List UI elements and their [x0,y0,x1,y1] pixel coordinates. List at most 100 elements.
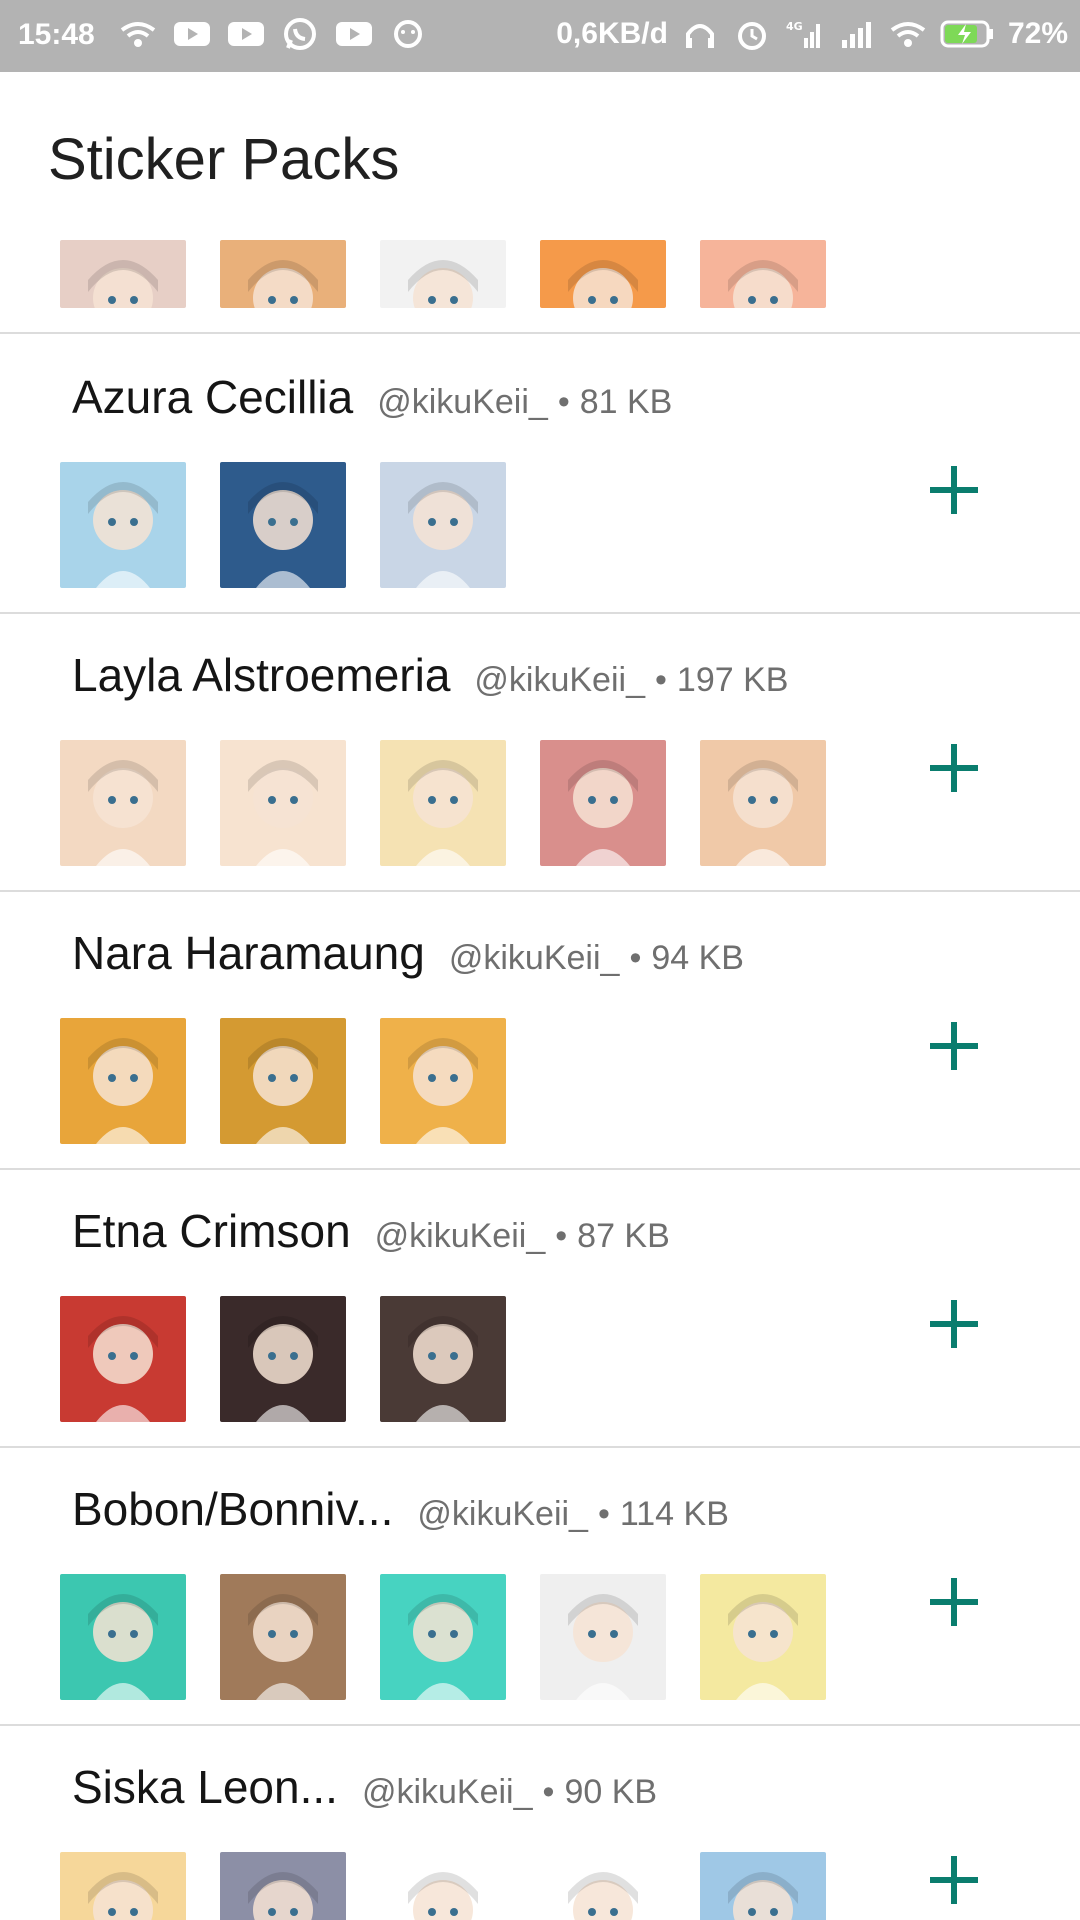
sticker-thumbnails [60,1574,826,1700]
app-icon [394,20,422,48]
separator-dot: • [597,1495,610,1533]
sticker-image [220,240,346,308]
sticker-image [220,1018,346,1144]
plus-icon [930,744,978,792]
plus-icon [930,1856,978,1904]
page-title: Sticker Packs [48,127,400,192]
pack-row[interactable]: Etna Crimson @kikuKeii_ • 87 KB [0,1170,1080,1448]
notification-icons [118,16,428,52]
sticker-thumbnail [540,740,666,866]
plus-icon [930,1578,978,1626]
sticker-image [380,462,506,588]
sticker-image [220,1852,346,1920]
sticker-thumbnail [220,462,346,588]
add-pack-button[interactable] [924,1572,984,1632]
pack-author: @kikuKeii_ [474,661,645,699]
sticker-thumbnails [60,1296,506,1422]
sticker-thumbnail [60,1852,186,1920]
sticker-thumbnail [60,1574,186,1700]
plus-icon [930,1022,978,1070]
sticker-image [380,1852,506,1920]
pack-size: 81 KB [579,383,673,421]
add-pack-button[interactable] [924,460,984,520]
sticker-image [380,240,506,308]
pack-name: Bobon/Bonniv... [72,1483,394,1535]
pack-size: 114 KB [619,1495,729,1533]
sticker-image [220,1574,346,1700]
youtube-icon [174,22,210,46]
plus-icon [930,466,978,514]
app-bar: Sticker Packs [0,72,1080,240]
sticker-thumbnail [220,1018,346,1144]
sticker-thumbnails [60,740,826,866]
sticker-image [380,1018,506,1144]
sticker-thumbnail [700,1852,826,1920]
sticker-pack-list[interactable]: Azura Cecillia @kikuKeii_ • 81 KB Layla Alst… [0,240,1080,1920]
alarm-icon [737,22,766,50]
sticker-image [540,1852,666,1920]
pack-size: 90 KB [564,1773,658,1811]
sticker-thumbnail [380,1018,506,1144]
pack-author: @kikuKeii_ [377,383,548,421]
sticker-thumbnail [60,240,186,308]
sticker-thumbnail [700,1574,826,1700]
separator-dot: • [655,661,667,699]
sticker-thumbnail [220,1296,346,1422]
pack-header: Bobon/Bonniv... @kikuKeii_ • 114 KB [72,1482,729,1536]
sticker-thumbnail [380,1852,506,1920]
pack-size: 94 KB [651,939,744,977]
pack-row[interactable]: Siska Leon... @kikuKeii_ • 90 KB [0,1726,1080,1920]
add-pack-button[interactable] [924,1016,984,1076]
sticker-image [700,240,826,308]
pack-size: 197 KB [676,661,789,699]
sticker-image [380,1574,506,1700]
sticker-thumbnails [60,1018,506,1144]
headset-icon [685,24,714,48]
wifi-calling-icon [120,22,156,47]
sticker-thumbnail [380,462,506,588]
sticker-image [380,1296,506,1422]
status-time: 15:48 [18,18,95,51]
sticker-image [60,240,186,308]
add-pack-button[interactable] [924,738,984,798]
pack-author: @kikuKeii_ [374,1217,546,1255]
pack-author: @kikuKeii_ [361,1773,533,1811]
pack-size: 87 KB [577,1217,670,1255]
network-speed: 0,6KB/d [556,17,668,50]
sticker-image [60,1574,186,1700]
pack-author: @kikuKeii_ [448,939,620,977]
pack-row[interactable]: Layla Alstroemeria @kikuKeii_ • 197 KB [0,614,1080,892]
sticker-thumbnail [540,1852,666,1920]
signal-4g-icon: 4G [786,20,820,48]
sticker-image [220,462,346,588]
pack-name: Azura Cecillia [72,371,354,423]
youtube-icon [336,22,372,46]
sticker-thumbnails [60,1852,826,1920]
sticker-image [380,740,506,866]
sticker-image [700,1852,826,1920]
pack-row[interactable]: Bobon/Bonniv... @kikuKeii_ • 114 KB [0,1448,1080,1726]
separator-dot: • [629,939,642,977]
pack-name: Nara Haramaung [72,927,425,979]
pack-name: Layla Alstroemeria [72,649,451,701]
sticker-image [220,740,346,866]
separator-dot: • [557,383,570,421]
sticker-thumbnail [540,1574,666,1700]
pack-row-partial[interactable] [0,240,1080,334]
add-pack-button[interactable] [924,1850,984,1910]
sticker-thumbnail [220,1852,346,1920]
sticker-image [540,1574,666,1700]
add-pack-button[interactable] [924,1294,984,1354]
sticker-image [220,1296,346,1422]
pack-row[interactable]: Azura Cecillia @kikuKeii_ • 81 KB [0,336,1080,614]
sticker-thumbnail [60,740,186,866]
sticker-thumbnail [60,1296,186,1422]
wifi-icon [890,22,926,47]
sticker-thumbnail [380,1574,506,1700]
sticker-thumbnail [700,240,826,308]
sticker-thumbnail [380,1296,506,1422]
pack-header: Siska Leon... @kikuKeii_ • 90 KB [72,1760,657,1814]
youtube-icon [228,22,264,46]
pack-row[interactable]: Nara Haramaung @kikuKeii_ • 94 KB [0,892,1080,1170]
plus-icon [930,1300,978,1348]
